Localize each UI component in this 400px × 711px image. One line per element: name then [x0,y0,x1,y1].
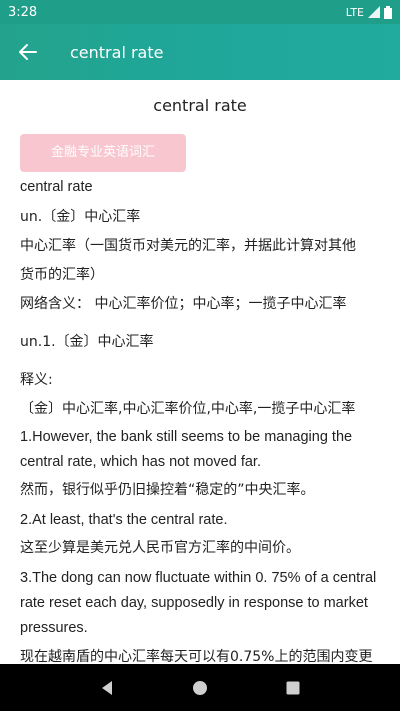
web-meaning: 网络含义： 中心汇率价位；中心率；一揽子中心汇率 [20,296,347,312]
badge-row: 金融专业英语词汇 [20,118,380,172]
system-nav-bar [0,664,400,711]
status-bar: 3:28 LTE [0,0,400,24]
example-3-en-line-2: rate reset each day, supposedly in respo… [20,595,368,611]
signal-icon [368,6,380,18]
example-3-zh: 现在越南盾的中心汇率每天可以有0.75%上的范围内变更 [20,649,373,664]
battery-icon [384,5,392,19]
entry-content[interactable]: central rate 金融专业英语词汇 central rate un.〔金… [0,80,400,664]
example-3-en-line-3: pressures. [20,620,88,636]
nav-home-button[interactable] [180,668,220,708]
example-1-en-line-1: 1.However, the bank still seems to be ma… [20,429,353,445]
app-bar: central rate [0,24,400,80]
example-3-en-line-1: 3.The dong can now fluctuate within 0. 7… [20,570,377,586]
nav-recents-button[interactable] [273,668,313,708]
example-2-en: 2.At least, that's the central rate. [20,512,228,528]
triangle-back-icon [101,680,112,695]
headword: central rate [153,96,247,115]
example-1-en-line-2: central rate, which has not moved far. [20,454,261,470]
circle-home-icon [192,680,207,695]
arrow-left-icon [19,44,37,60]
nav-back-button[interactable] [87,668,127,708]
example-2-zh: 这至少算是美元兑人民币官方汇率的中间价。 [20,540,300,556]
status-time: 3:28 [8,4,38,20]
app-bar-title: central rate [70,42,164,62]
gloss: 〔金〕中心汇率,中心汇率价位,中心率,一揽子中心汇率 [20,401,356,417]
network-label: LTE [345,5,364,19]
back-button[interactable] [0,24,56,80]
example-1-zh: 然而，银行似乎仍旧操控着“稳定的”中央汇率。 [20,482,315,498]
sense-1: un.1.〔金〕中心汇率 [20,334,154,350]
term: central rate [20,179,93,195]
gloss-label: 释义: [20,372,53,388]
dictionary-badge[interactable]: 金融专业英语词汇 [20,134,186,172]
pos-definition: un.〔金〕中心汇率 [20,209,141,225]
square-recents-icon [286,681,300,694]
definition-line-2: 货币的汇率） [20,267,104,283]
status-icons: LTE [345,5,392,19]
definition-line-1: 中心汇率（一国货币对美元的汇率，并据此计算对其他 [20,238,356,254]
